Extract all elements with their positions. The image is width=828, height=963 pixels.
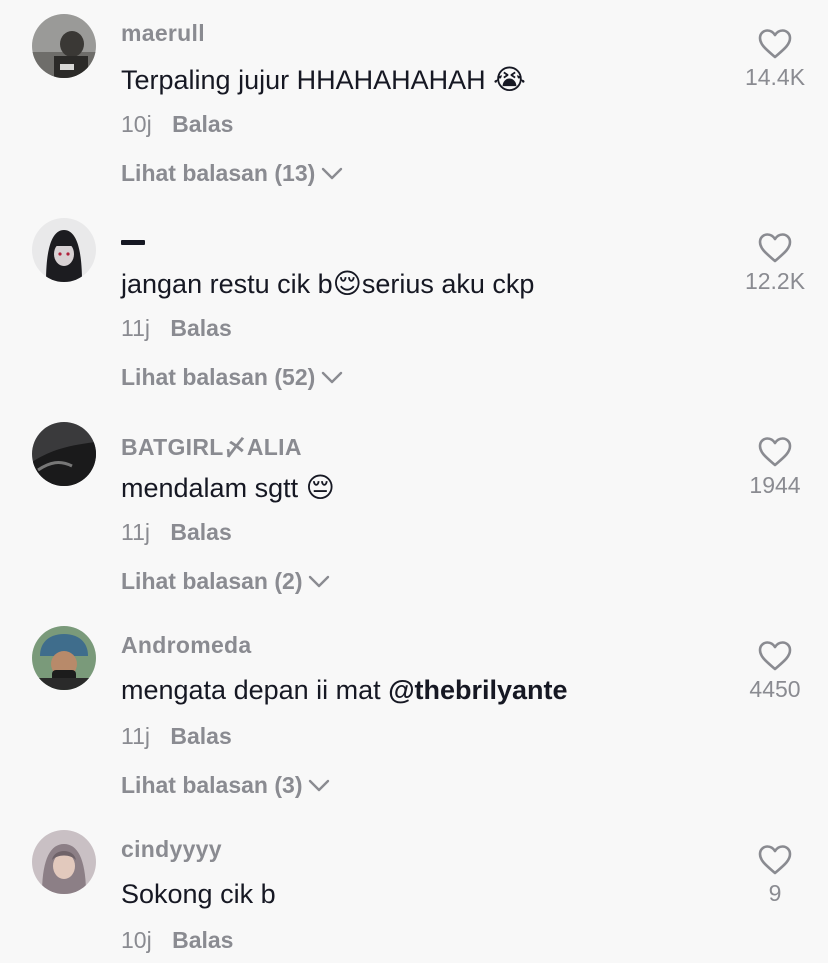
- comment-meta: 10j Balas: [121, 927, 233, 954]
- comment-text: mendalam sgtt 😔: [121, 471, 335, 504]
- comment-text: Sokong cik b: [121, 879, 276, 910]
- username[interactable]: cindyyyy: [121, 836, 222, 863]
- reply-button[interactable]: Balas: [170, 315, 231, 341]
- view-replies-label: Lihat balasan (52): [121, 364, 316, 390]
- mention-link[interactable]: @thebrilyante: [388, 675, 567, 705]
- like-count: 12.2K: [744, 268, 806, 294]
- timestamp: 10j: [121, 111, 152, 137]
- view-replies-label: Lihat balasan (13): [121, 160, 316, 186]
- avatar[interactable]: [32, 422, 96, 486]
- timestamp: 10j: [121, 927, 152, 953]
- relieved-face-emoji: 😌: [332, 267, 362, 300]
- avatar[interactable]: [32, 830, 96, 894]
- comment-meta: 10j Balas: [121, 111, 233, 138]
- comment-meta: 11j Balas: [121, 723, 232, 750]
- view-replies-button[interactable]: Lihat balasan (2): [121, 568, 330, 595]
- username[interactable]: maerull: [121, 20, 205, 47]
- like-control: 4450: [740, 640, 810, 703]
- username[interactable]: [121, 224, 145, 251]
- view-replies-label: Lihat balasan (2): [121, 568, 303, 594]
- heart-outline-icon[interactable]: [757, 844, 793, 876]
- comment-meta: 11j Balas: [121, 519, 232, 546]
- like-count: 4450: [749, 676, 801, 702]
- reply-button[interactable]: Balas: [170, 723, 231, 749]
- timestamp: 11j: [121, 519, 150, 545]
- heart-outline-icon[interactable]: [757, 640, 793, 672]
- comment-body: jangan restu cik b: [121, 269, 333, 299]
- chevron-down-icon: [322, 167, 343, 179]
- pensive-face-emoji: 😔: [305, 471, 335, 504]
- reply-button[interactable]: Balas: [172, 927, 233, 953]
- chevron-down-icon: [309, 779, 330, 791]
- comment-body: mendalam sgtt: [121, 473, 299, 503]
- reply-button[interactable]: Balas: [172, 111, 233, 137]
- username-dash: [121, 240, 145, 245]
- loudly-crying-emoji: 😭: [493, 63, 526, 96]
- like-count: 14.4K: [744, 64, 806, 90]
- chevron-down-icon: [322, 371, 343, 383]
- comment-meta: 11j Balas: [121, 315, 232, 342]
- like-control: 1944: [740, 436, 810, 499]
- view-replies-button[interactable]: Lihat balasan (52): [121, 364, 343, 391]
- username[interactable]: Andromeda: [121, 632, 252, 659]
- avatar[interactable]: [32, 14, 96, 78]
- view-replies-button[interactable]: Lihat balasan (3): [121, 772, 330, 799]
- heart-outline-icon[interactable]: [757, 436, 793, 468]
- comment-text: mengata depan ii mat @thebrilyante: [121, 675, 568, 706]
- view-replies-button[interactable]: Lihat balasan (13): [121, 160, 343, 187]
- comment-body: mengata depan ii mat: [121, 675, 381, 705]
- comment-body: Terpaling jujur HHAHAHAHAH: [121, 65, 486, 95]
- username[interactable]: BATGIRL〆ALIA: [121, 428, 302, 462]
- comment-body-continued: serius aku ckp: [361, 269, 535, 299]
- reply-button[interactable]: Balas: [170, 519, 231, 545]
- like-control: 9: [740, 844, 810, 907]
- chevron-down-icon: [309, 575, 330, 587]
- comment-text: jangan restu cik b😌serius aku ckp: [121, 267, 534, 300]
- like-control: 12.2K: [740, 232, 810, 295]
- comment-body: Sokong cik b: [121, 879, 276, 909]
- timestamp: 11j: [121, 723, 150, 749]
- heart-outline-icon[interactable]: [757, 28, 793, 60]
- heart-outline-icon[interactable]: [757, 232, 793, 264]
- view-replies-label: Lihat balasan (3): [121, 772, 303, 798]
- avatar[interactable]: [32, 626, 96, 690]
- comment-text: Terpaling jujur HHAHAHAHAH 😭: [121, 63, 526, 96]
- avatar[interactable]: [32, 218, 96, 282]
- like-control: 14.4K: [740, 28, 810, 91]
- timestamp: 11j: [121, 315, 150, 341]
- like-count: 9: [768, 880, 782, 906]
- like-count: 1944: [749, 472, 801, 498]
